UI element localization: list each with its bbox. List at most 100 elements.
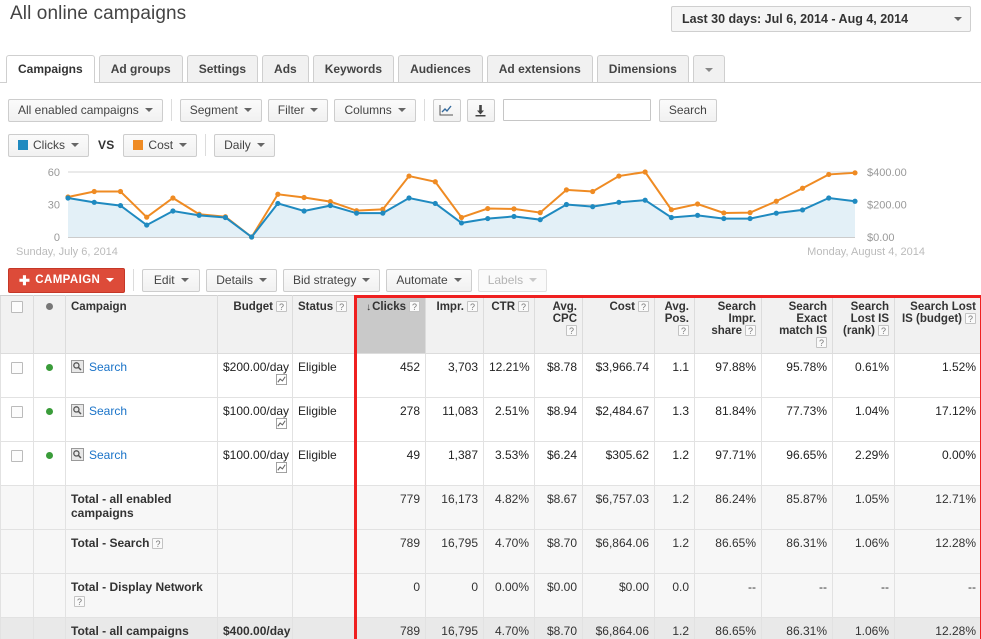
campaigns-table-container: Campaign Budget? Status? ↓Clicks? Impr.?… — [0, 295, 981, 639]
help-icon[interactable]: ? — [74, 596, 85, 607]
help-icon[interactable]: ? — [336, 301, 347, 312]
row-status-cell: Eligible — [293, 354, 355, 398]
bid-strategy-dropdown[interactable]: Bid strategy — [283, 269, 380, 292]
help-icon[interactable]: ? — [152, 538, 163, 549]
checkbox-icon[interactable] — [11, 450, 23, 462]
col-header-impr[interactable]: Impr.? — [426, 296, 484, 354]
date-range-selector[interactable]: Last 30 days: Jul 6, 2014 - Aug 4, 2014 — [671, 6, 971, 32]
campaign-scope-dropdown[interactable]: All enabled campaigns — [8, 99, 163, 122]
help-icon[interactable]: ? — [678, 325, 689, 336]
campaign-link[interactable]: Search — [89, 404, 127, 418]
help-icon[interactable]: ? — [409, 301, 420, 312]
tab-audiences[interactable]: Audiences — [398, 55, 483, 82]
col-header-search-exact-match-is[interactable]: Search Exact match IS? — [762, 296, 833, 354]
tab-ads[interactable]: Ads — [262, 55, 309, 82]
help-icon[interactable]: ? — [518, 301, 529, 312]
table-row[interactable]: Total - all enabled campaigns77916,1734.… — [1, 486, 981, 530]
cell-avg-cpc: $8.70 — [535, 530, 583, 574]
col-header-avg-cpc[interactable]: Avg. CPC? — [535, 296, 583, 354]
help-icon[interactable]: ? — [467, 301, 478, 312]
row-checkbox-cell[interactable] — [1, 442, 34, 486]
checkbox-icon[interactable] — [11, 301, 23, 313]
chevron-down-icon — [106, 278, 114, 282]
tab-settings[interactable]: Settings — [187, 55, 258, 82]
add-campaign-button[interactable]: ✚ CAMPAIGN — [8, 268, 125, 293]
tab-keywords[interactable]: Keywords — [313, 55, 394, 82]
columns-dropdown[interactable]: Columns — [334, 99, 415, 122]
tab-label: Ad groups — [111, 62, 171, 76]
segment-dropdown[interactable]: Segment — [180, 99, 262, 122]
help-icon[interactable]: ? — [878, 325, 889, 336]
row-checkbox-cell[interactable] — [1, 354, 34, 398]
view-chart-button[interactable] — [433, 99, 461, 122]
col-header-ctr[interactable]: CTR? — [484, 296, 535, 354]
cell-impr: 1,387 — [426, 442, 484, 486]
performance-chart[interactable]: 03060$0.00$200.00$400.00Sunday, July 6, … — [0, 160, 981, 258]
tab-dimensions[interactable]: Dimensions — [597, 55, 689, 82]
budget-chart-icon[interactable] — [276, 418, 287, 429]
help-icon[interactable]: ? — [566, 325, 577, 336]
total-label: Total - all campaigns — [71, 624, 189, 638]
row-status-dot-cell — [34, 442, 66, 486]
tab-label: Dimensions — [609, 62, 677, 76]
col-header-budget[interactable]: Budget? — [218, 296, 293, 354]
help-icon[interactable]: ? — [276, 301, 287, 312]
row-campaign-cell[interactable]: Search — [66, 354, 218, 398]
cell-ctr: 0.00% — [484, 574, 535, 618]
row-budget-cell[interactable]: $100.00/day — [218, 442, 293, 486]
row-checkbox-cell[interactable] — [1, 398, 34, 442]
col-header-campaign[interactable]: Campaign — [66, 296, 218, 354]
table-row[interactable]: Total - Display Network?000.00%$0.00$0.0… — [1, 574, 981, 618]
search-button[interactable]: Search — [659, 99, 717, 122]
row-budget-cell[interactable]: $100.00/day — [218, 398, 293, 442]
granularity-dropdown[interactable]: Daily — [214, 134, 275, 157]
col-header-clicks[interactable]: ↓Clicks? — [355, 296, 426, 354]
col-header-avg-pos[interactable]: Avg. Pos.? — [655, 296, 695, 354]
download-report-button[interactable] — [467, 99, 495, 122]
details-dropdown[interactable]: Details — [206, 269, 277, 292]
row-campaign-cell[interactable]: Search — [66, 398, 218, 442]
row-total-label-cell: Total - Display Network? — [66, 574, 218, 618]
cell-clicks: 49 — [355, 442, 426, 486]
help-icon[interactable]: ? — [816, 337, 827, 348]
budget-chart-icon[interactable] — [276, 374, 287, 385]
checkbox-icon[interactable] — [11, 406, 23, 418]
tab-ad-extensions[interactable]: Ad extensions — [487, 55, 593, 82]
table-row[interactable]: Search$100.00/day Eligible491,3873.53%$6… — [1, 442, 981, 486]
chevron-down-icon — [179, 143, 187, 147]
cell-avg-cpc: $0.00 — [535, 574, 583, 618]
table-row[interactable]: Total - Search?78916,7954.70%$8.70$6,864… — [1, 530, 981, 574]
performance-chart-svg: 03060$0.00$200.00$400.00Sunday, July 6, … — [0, 160, 981, 258]
col-header-status[interactable]: Status? — [293, 296, 355, 354]
search-input[interactable] — [503, 99, 651, 121]
col-header-search-lost-is-budget[interactable]: Search Lost IS (budget)? — [895, 296, 981, 354]
row-campaign-cell[interactable]: Search — [66, 442, 218, 486]
table-row[interactable]: Search$200.00/day Eligible4523,70312.21%… — [1, 354, 981, 398]
edit-dropdown[interactable]: Edit — [142, 269, 200, 292]
metric-a-dropdown[interactable]: Clicks — [8, 134, 89, 157]
filter-dropdown[interactable]: Filter — [268, 99, 329, 122]
checkbox-icon[interactable] — [11, 362, 23, 374]
download-icon — [474, 104, 487, 117]
col-header-cost[interactable]: Cost? — [583, 296, 655, 354]
automate-dropdown[interactable]: Automate — [386, 269, 471, 292]
tab-campaigns[interactable]: Campaigns — [6, 55, 95, 83]
help-icon[interactable]: ? — [638, 301, 649, 312]
tab-overflow-menu[interactable] — [693, 55, 725, 82]
col-header-search-impr-share[interactable]: Search Impr. share? — [695, 296, 762, 354]
row-budget-cell[interactable]: $200.00/day — [218, 354, 293, 398]
table-header: Campaign Budget? Status? ↓Clicks? Impr.?… — [1, 296, 981, 354]
campaign-link[interactable]: Search — [89, 360, 127, 374]
table-row[interactable]: Total - all campaigns$400.00/day78916,79… — [1, 618, 981, 639]
table-row[interactable]: Search$100.00/day Eligible27811,0832.51%… — [1, 398, 981, 442]
col-header-search-lost-is-rank[interactable]: Search Lost IS (rank)? — [833, 296, 895, 354]
status-value: Eligible — [298, 448, 337, 462]
select-all-header[interactable] — [1, 296, 34, 354]
help-icon[interactable]: ? — [965, 313, 976, 324]
tab-ad-groups[interactable]: Ad groups — [99, 55, 183, 82]
help-icon[interactable]: ? — [745, 325, 756, 336]
budget-chart-icon[interactable] — [276, 462, 287, 473]
cell-cost: $6,864.06 — [583, 530, 655, 574]
campaign-link[interactable]: Search — [89, 448, 127, 462]
metric-b-dropdown[interactable]: Cost — [123, 134, 197, 157]
